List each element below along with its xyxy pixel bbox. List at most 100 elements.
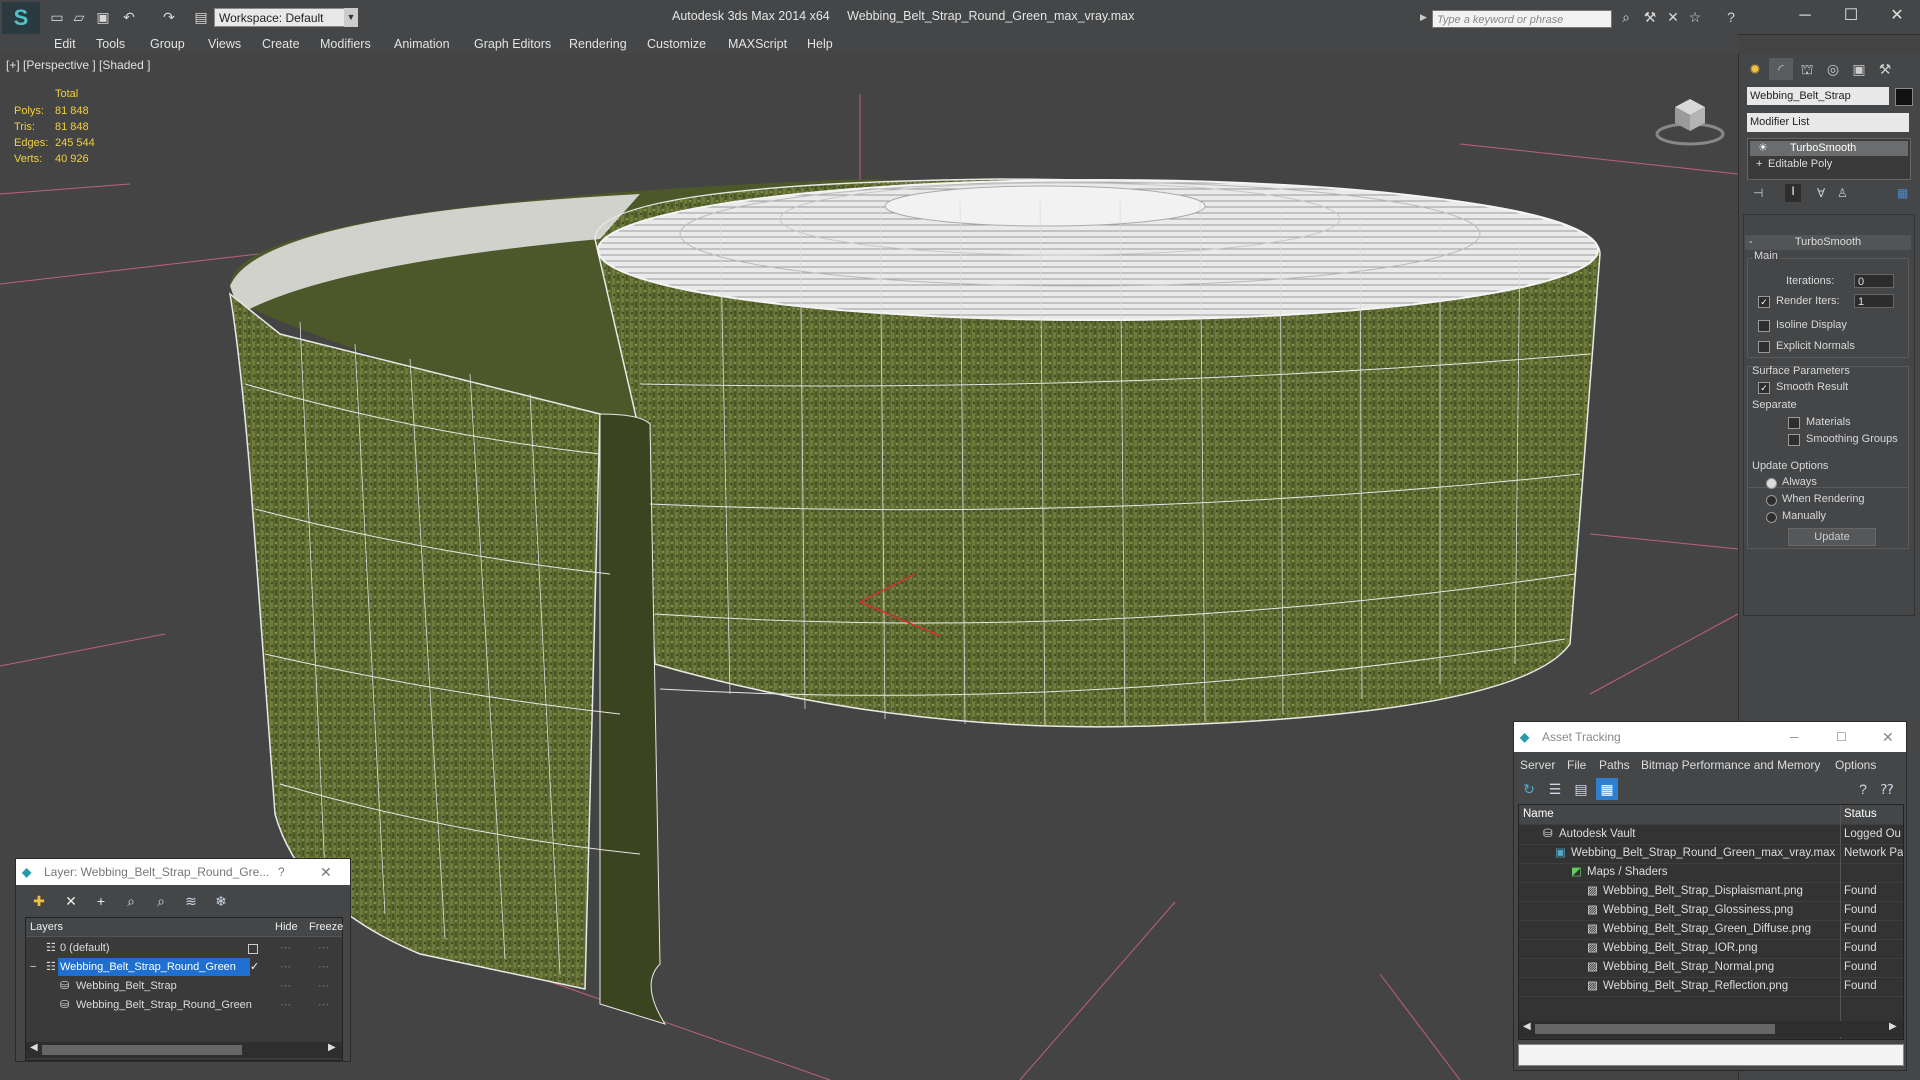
app-logo-icon[interactable]: S	[2, 2, 40, 34]
freeze-toggle[interactable]: ⋯	[318, 977, 329, 995]
when-rendering-radio[interactable]	[1766, 495, 1777, 506]
menu-maxscript[interactable]: MAXScript	[728, 34, 787, 54]
freeze-all-icon[interactable]: ❄	[210, 890, 232, 912]
layer-row[interactable]: ☷ 0 (default) ⋯ ⋯	[26, 939, 342, 957]
col-name[interactable]: Name	[1523, 805, 1554, 824]
isoline-checkbox[interactable]	[1758, 320, 1770, 332]
smooth-result-checkbox[interactable]: ✓	[1758, 382, 1770, 394]
col-layers[interactable]: Layers	[30, 918, 63, 936]
freeze-toggle[interactable]: ⋯	[318, 958, 329, 976]
project-folder-icon[interactable]: ▤	[192, 8, 210, 26]
update-button[interactable]: Update	[1788, 528, 1876, 546]
communication-icon[interactable]: ✕	[1664, 8, 1682, 26]
help-query-icon[interactable]: ⁇	[1876, 778, 1898, 800]
freeze-toggle[interactable]: ⋯	[318, 996, 329, 1014]
column-divider[interactable]	[1840, 805, 1841, 1039]
menu-animation[interactable]: Animation	[394, 34, 450, 54]
asset-row[interactable]: ◩ Maps / Shaders	[1519, 863, 1903, 883]
modifier-list-dropdown[interactable]: Modifier List	[1747, 113, 1909, 132]
materials-checkbox[interactable]	[1788, 417, 1800, 429]
highlight-layer-icon[interactable]: ⌕	[150, 890, 172, 912]
remove-modifier-icon[interactable]: ♙	[1837, 186, 1848, 200]
menu-tools[interactable]: Tools	[96, 34, 125, 54]
asset-row[interactable]: ▨ Webbing_Belt_Strap_Green_Diffuse.png F…	[1519, 920, 1903, 940]
smoothing-groups-checkbox[interactable]	[1788, 434, 1800, 446]
explicit-normals-checkbox[interactable]	[1758, 341, 1770, 353]
asset-row[interactable]: ▨ Webbing_Belt_Strap_IOR.png Found	[1519, 939, 1903, 959]
list-view-icon[interactable]: ☰	[1544, 778, 1566, 800]
scroll-left-icon[interactable]: ◀	[30, 1042, 38, 1053]
menu-views[interactable]: Views	[208, 34, 241, 54]
help-icon[interactable]: ?	[1852, 778, 1874, 800]
asset-row[interactable]: ⛁ Autodesk Vault Logged Ou	[1519, 825, 1903, 845]
help-icon[interactable]: ?	[1722, 8, 1740, 26]
asset-row[interactable]: ▨ Webbing_Belt_Strap_Displaismant.png Fo…	[1519, 882, 1903, 902]
collapse-minus-icon[interactable]: −	[30, 958, 36, 976]
asset-row[interactable]: ▨ Webbing_Belt_Strap_Reflection.png Foun…	[1519, 977, 1903, 997]
detail-view-icon[interactable]: ▤	[1570, 778, 1592, 800]
refresh-icon[interactable]: ↻	[1518, 778, 1540, 800]
menu-customize[interactable]: Customize	[647, 34, 706, 54]
menu-paths[interactable]: Paths	[1599, 756, 1630, 774]
make-unique-icon[interactable]: ∀	[1817, 186, 1825, 200]
freeze-toggle[interactable]: ⋯	[318, 939, 329, 957]
horizontal-scrollbar[interactable]: ◀ ▶	[1519, 1021, 1903, 1037]
object-color-swatch[interactable]	[1895, 88, 1913, 106]
chevron-down-icon[interactable]: ▼	[344, 8, 358, 27]
menu-bitmap-performance[interactable]: Bitmap Performance and Memory	[1641, 756, 1820, 774]
asset-row[interactable]: ▣ Webbing_Belt_Strap_Round_Green_max_vra…	[1519, 844, 1903, 864]
col-freeze[interactable]: Freeze	[309, 918, 343, 936]
scrollbar-thumb[interactable]	[1535, 1024, 1775, 1034]
configure-sets-icon[interactable]: ▦	[1897, 186, 1908, 200]
lightbulb-icon[interactable]: ☀	[1758, 141, 1768, 156]
play-arrow-icon[interactable]: ▶	[1420, 12, 1427, 23]
hide-toggle[interactable]: ⋯	[280, 958, 291, 976]
col-hide[interactable]: Hide	[275, 918, 298, 936]
hide-all-icon[interactable]: ≋	[180, 890, 202, 912]
create-tab-icon[interactable]: ✹	[1743, 58, 1767, 80]
asset-window-titlebar[interactable]: ◆ Asset Tracking ─ ☐ ✕	[1514, 722, 1906, 752]
scrollbar-thumb[interactable]	[42, 1045, 242, 1055]
layer-object-row[interactable]: ⛁ Webbing_Belt_Strap_Round_Green ⋯ ⋯	[26, 996, 342, 1014]
undo-icon[interactable]: ↶	[120, 8, 138, 26]
layer-window-titlebar[interactable]: ◆ Layer: Webbing_Belt_Strap_Round_Gre...…	[16, 859, 350, 885]
menu-server[interactable]: Server	[1520, 756, 1555, 774]
object-name-field[interactable]: Webbing_Belt_Strap	[1747, 87, 1889, 105]
new-file-icon[interactable]: ▭	[48, 8, 66, 26]
motion-tab-icon[interactable]: ◎	[1821, 58, 1845, 80]
current-layer-box[interactable]	[248, 944, 258, 954]
menu-graph-editors[interactable]: Graph Editors	[474, 34, 551, 54]
delete-layer-icon[interactable]: ✕	[60, 890, 82, 912]
layer-help-button[interactable]: ?	[278, 859, 285, 885]
create-layer-icon[interactable]: ✚	[28, 890, 50, 912]
menu-help[interactable]: Help	[807, 34, 833, 54]
maximize-icon[interactable]: ☐	[1836, 722, 1847, 752]
asset-path-field[interactable]	[1518, 1044, 1904, 1066]
minimize-icon[interactable]: ─	[1790, 722, 1799, 752]
workspace-dropdown[interactable]: Workspace: Default	[214, 8, 358, 27]
manually-radio[interactable]	[1766, 512, 1777, 523]
menu-options[interactable]: Options	[1835, 756, 1876, 774]
stack-item-editable-poly[interactable]: + Editable Poly	[1750, 157, 1908, 172]
save-file-icon[interactable]: ▣	[94, 8, 112, 26]
redo-icon[interactable]: ↷	[160, 8, 178, 26]
select-objects-icon[interactable]: ⌕	[120, 890, 142, 912]
asset-row[interactable]: ▨ Webbing_Belt_Strap_Glossiness.png Foun…	[1519, 901, 1903, 921]
stack-item-turbosmooth[interactable]: ☀ TurboSmooth	[1750, 141, 1908, 156]
favorites-star-icon[interactable]: ☆	[1686, 8, 1704, 26]
hide-toggle[interactable]: ⋯	[280, 977, 291, 995]
expand-plus-icon[interactable]: +	[1756, 157, 1762, 172]
subscription-icon[interactable]: ⚒	[1641, 8, 1659, 26]
menu-modifiers[interactable]: Modifiers	[320, 34, 371, 54]
table-view-icon[interactable]: ▦	[1596, 778, 1618, 800]
menu-create[interactable]: Create	[262, 34, 300, 54]
viewport-label[interactable]: [+] [Perspective ] [Shaded ]	[6, 58, 150, 72]
asset-row[interactable]: ▨ Webbing_Belt_Strap_Normal.png Found	[1519, 958, 1903, 978]
always-radio[interactable]	[1766, 478, 1777, 489]
menu-file[interactable]: File	[1567, 756, 1586, 774]
hierarchy-tab-icon[interactable]: ⛫	[1795, 58, 1819, 80]
menu-rendering[interactable]: Rendering	[569, 34, 627, 54]
scroll-right-icon[interactable]: ▶	[1889, 1021, 1897, 1032]
scroll-left-icon[interactable]: ◀	[1523, 1021, 1531, 1032]
viewcube-icon[interactable]	[1655, 89, 1725, 149]
